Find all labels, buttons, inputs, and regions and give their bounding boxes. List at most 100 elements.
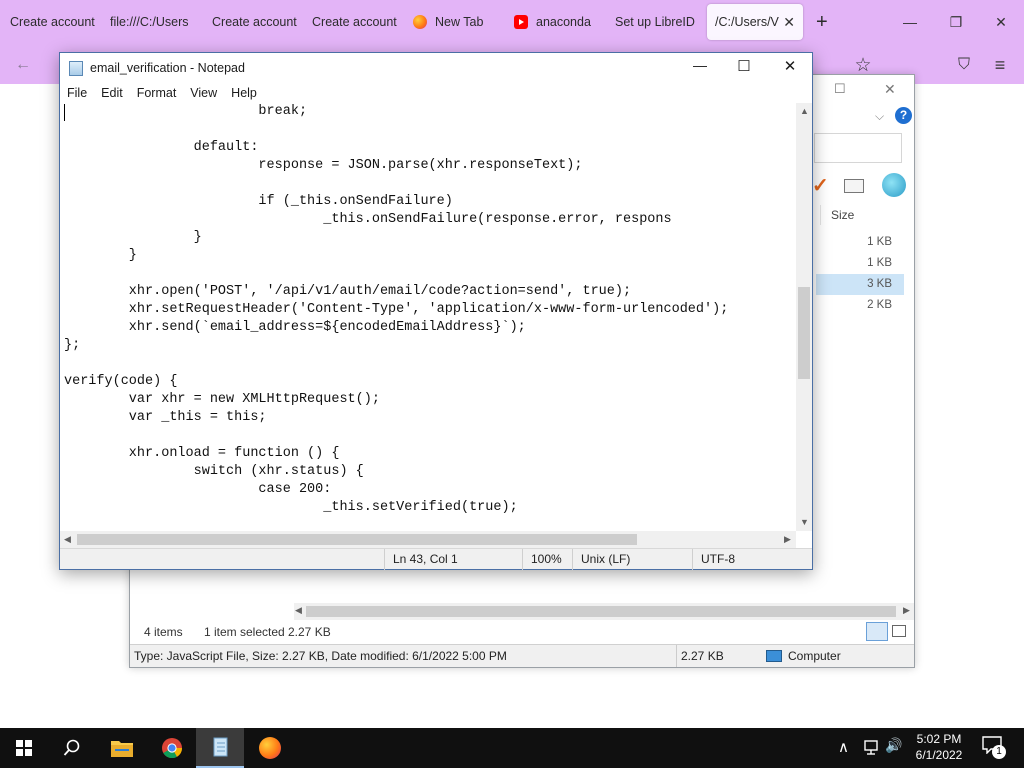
maximize-icon: ☐ <box>737 58 751 75</box>
code-line: verify(code) { <box>64 374 178 389</box>
file-size-detail: 2.27 KB <box>676 645 764 667</box>
scroll-right-icon[interactable]: ▶ <box>784 534 791 545</box>
code-line: xhr.onload = function () { <box>64 446 340 461</box>
tray-overflow-icon[interactable]: ∧ <box>838 738 849 756</box>
volume-icon[interactable]: 🔊 <box>885 737 902 754</box>
large-icons-view-icon[interactable] <box>892 625 906 637</box>
close-icon: ✕ <box>884 81 896 97</box>
vertical-scroll-thumb[interactable] <box>798 287 810 379</box>
code-line: var xhr = new XMLHttpRequest(); <box>64 392 380 407</box>
browser-close-button[interactable]: ✕ <box>978 0 1024 44</box>
cursor-position: Ln 43, Col 1 <box>384 549 522 570</box>
code-line: var _this = this; <box>64 410 267 425</box>
explorer-scroll-thumb[interactable] <box>306 606 896 617</box>
tab-file-users[interactable]: file:///C:/Users <box>110 4 190 40</box>
column-label: Size <box>831 208 855 222</box>
new-tab-button[interactable]: + <box>816 4 836 40</box>
close-icon: ✕ <box>783 58 797 75</box>
browser-minimize-button[interactable]: — <box>887 0 933 44</box>
globe-icon[interactable] <box>882 173 906 197</box>
menu-help[interactable]: Help <box>224 83 264 103</box>
start-button[interactable] <box>0 728 48 768</box>
ribbon-expand-button[interactable]: ⌵ <box>875 109 884 124</box>
horizontal-scroll-thumb[interactable] <box>77 534 637 545</box>
explorer-close-button[interactable]: ✕ <box>884 81 896 98</box>
notepad-window: email_verification - Notepad — ☐ ✕ File … <box>59 52 813 570</box>
file-row-size[interactable]: 2 KB <box>816 295 904 316</box>
file-row-size[interactable]: 1 KB <box>816 253 904 274</box>
explorer-restore-button[interactable]: ☐ <box>834 81 846 97</box>
bookmark-button[interactable]: ☆ <box>852 54 874 76</box>
tab-libreid[interactable]: Set up LibreID <box>615 4 703 40</box>
checkmark-icon[interactable]: ✓ <box>812 173 829 198</box>
text-editor[interactable]: break; default: response = JSON.parse(xh… <box>60 103 796 531</box>
minimize-icon: — <box>693 57 707 73</box>
firefox-button[interactable] <box>246 728 294 768</box>
menu-edit[interactable]: Edit <box>94 83 130 103</box>
tab-anaconda[interactable]: anaconda <box>514 4 594 40</box>
encoding: UTF-8 <box>692 549 812 570</box>
search-box[interactable] <box>814 133 902 163</box>
file-size: 3 KB <box>867 278 892 290</box>
network-icon[interactable] <box>862 740 880 756</box>
tab-label: Create account <box>312 15 397 29</box>
pocket-button[interactable]: ⛉ <box>953 54 975 76</box>
tab-label: anaconda <box>536 15 591 29</box>
menu-format[interactable]: Format <box>130 83 184 103</box>
tab-create-account-3[interactable]: Create account <box>312 4 404 40</box>
notepad-status-bar: Ln 43, Col 1 100% Unix (LF) UTF-8 <box>60 548 812 570</box>
close-button[interactable]: ✕ <box>775 57 805 75</box>
maximize-button[interactable]: ☐ <box>729 57 759 75</box>
file-explorer-button[interactable] <box>98 728 146 768</box>
notepad-app-icon <box>69 61 83 76</box>
tab-create-account-1[interactable]: Create account <box>10 4 100 40</box>
code-line: } <box>64 230 202 245</box>
file-row-size[interactable]: 1 KB <box>816 232 904 253</box>
chrome-icon <box>162 738 183 759</box>
code-line: if (_this.onSendFailure) <box>64 194 453 209</box>
search-button[interactable] <box>48 728 96 768</box>
chrome-button[interactable] <box>148 728 196 768</box>
app-menu-button[interactable]: ≡ <box>989 54 1011 76</box>
notepad-icon <box>213 737 228 757</box>
browser-restore-button[interactable]: ❐ <box>933 0 979 44</box>
menu-file[interactable]: File <box>60 83 94 103</box>
notepad-taskbar-button[interactable] <box>196 728 244 768</box>
computer-icon <box>766 650 782 662</box>
clock[interactable]: 5:02 PM 6/1/2022 <box>908 731 970 763</box>
scroll-right-icon[interactable]: ▶ <box>903 605 910 616</box>
file-size: 2 KB <box>867 299 892 311</box>
code-line: _this.setVerified(true); <box>64 500 518 515</box>
menu-view[interactable]: View <box>183 83 224 103</box>
scroll-left-icon[interactable]: ◀ <box>295 605 302 616</box>
firefox-icon <box>413 15 427 29</box>
notepad-title-bar[interactable]: email_verification - Notepad — ☐ ✕ <box>60 53 812 83</box>
help-button[interactable]: ? <box>895 107 912 124</box>
back-arrow-icon: ← <box>15 56 31 73</box>
tab-create-account-2[interactable]: Create account <box>212 4 304 40</box>
tab-close-icon[interactable]: ✕ <box>783 14 795 31</box>
minimize-button[interactable]: — <box>685 57 715 73</box>
scroll-down-icon[interactable]: ▼ <box>800 517 809 527</box>
details-view-icon[interactable] <box>866 622 888 641</box>
notepad-menu-bar: File Edit Format View Help <box>60 83 812 103</box>
scroll-left-icon[interactable]: ◀ <box>64 534 71 545</box>
code-line: xhr.setRequestHeader('Content-Type', 'ap… <box>64 302 729 317</box>
youtube-icon <box>514 15 528 29</box>
back-button[interactable]: ← <box>12 54 34 76</box>
code-text: break; default: response = JSON.parse(xh… <box>64 103 728 517</box>
code-line: response = JSON.parse(xhr.responseText); <box>64 158 583 173</box>
file-size: 1 KB <box>867 257 892 269</box>
scroll-up-icon[interactable]: ▲ <box>800 106 809 116</box>
tab-active-users[interactable]: /C:/Users/V ✕ <box>707 4 803 40</box>
mail-icon[interactable] <box>844 179 864 193</box>
file-row-size-selected[interactable]: 3 KB <box>816 274 904 295</box>
notification-center-button[interactable]: 1 <box>982 736 1006 760</box>
tab-new-tab[interactable]: New Tab <box>413 4 503 40</box>
column-header-size[interactable]: Size <box>820 205 908 225</box>
selection-count: 1 item selected <box>204 625 285 639</box>
browser-tab-bar: Create account file:///C:/Users Create a… <box>0 0 1024 44</box>
code-line: }; <box>64 338 81 353</box>
